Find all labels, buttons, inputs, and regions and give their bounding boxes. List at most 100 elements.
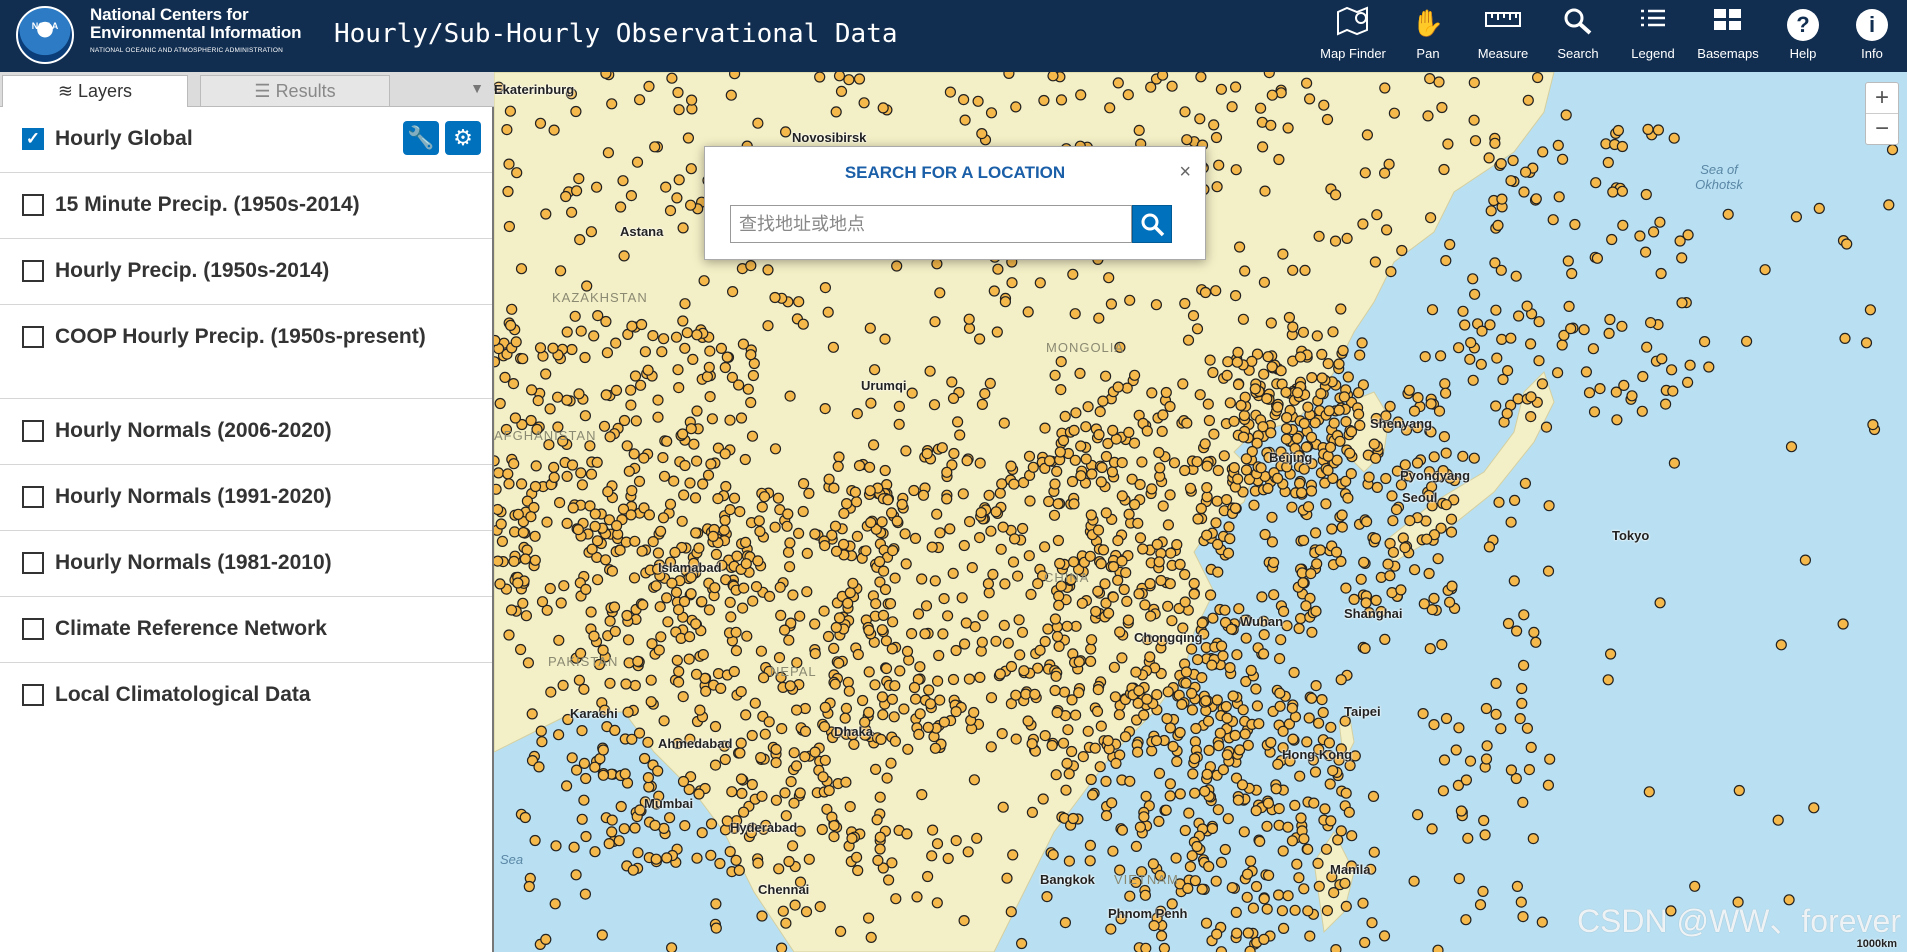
station-marker[interactable] [1439, 387, 1452, 399]
station-marker[interactable] [1432, 553, 1444, 565]
station-marker[interactable] [548, 471, 560, 483]
station-marker[interactable] [1164, 400, 1176, 413]
station-marker[interactable] [1074, 367, 1086, 379]
station-marker[interactable] [1188, 588, 1200, 600]
station-marker[interactable] [1049, 684, 1061, 697]
station-marker[interactable] [585, 606, 597, 618]
station-marker[interactable] [1359, 936, 1371, 949]
station-marker[interactable] [647, 330, 659, 342]
station-marker[interactable] [1280, 423, 1293, 435]
station-marker[interactable] [1144, 578, 1156, 590]
station-marker[interactable] [790, 760, 803, 772]
station-marker[interactable] [1124, 775, 1136, 787]
station-marker[interactable] [735, 773, 748, 785]
station-marker[interactable] [670, 586, 683, 598]
station-marker[interactable] [1221, 369, 1233, 381]
station-marker[interactable] [1155, 930, 1168, 942]
station-marker[interactable] [512, 508, 524, 520]
station-marker[interactable] [1540, 421, 1553, 433]
station-marker[interactable] [847, 577, 859, 589]
station-marker[interactable] [509, 412, 521, 424]
station-marker[interactable] [1512, 310, 1525, 322]
station-marker[interactable] [503, 478, 515, 490]
station-marker[interactable] [800, 906, 813, 918]
station-marker[interactable] [691, 455, 703, 467]
station-marker[interactable] [864, 485, 876, 497]
station-marker[interactable] [508, 458, 520, 470]
station-marker[interactable] [1233, 241, 1246, 253]
station-marker[interactable] [1232, 378, 1245, 391]
station-marker[interactable] [1082, 401, 1094, 413]
station-marker[interactable] [1515, 896, 1527, 908]
station-marker[interactable] [575, 325, 587, 337]
station-marker[interactable] [976, 127, 988, 140]
station-marker[interactable] [881, 772, 893, 784]
station-marker[interactable] [1032, 578, 1044, 590]
station-marker[interactable] [985, 525, 997, 537]
station-marker[interactable] [1166, 615, 1178, 627]
station-marker[interactable] [1542, 565, 1555, 577]
station-marker[interactable] [864, 461, 876, 473]
station-marker[interactable] [621, 440, 633, 452]
station-marker[interactable] [1201, 529, 1213, 541]
station-marker[interactable] [1611, 414, 1623, 426]
station-marker[interactable] [876, 624, 888, 636]
station-marker[interactable] [673, 604, 685, 616]
station-marker[interactable] [566, 343, 578, 356]
station-marker[interactable] [1213, 740, 1225, 752]
station-marker[interactable] [1606, 233, 1618, 246]
station-marker[interactable] [643, 781, 655, 793]
station-marker[interactable] [1062, 724, 1074, 736]
station-marker[interactable] [676, 515, 688, 527]
layer-item[interactable]: Hourly Normals (2006-2020) [0, 398, 492, 465]
station-marker[interactable] [606, 98, 618, 110]
station-marker[interactable] [1095, 720, 1107, 732]
station-marker[interactable] [776, 942, 788, 952]
station-marker[interactable] [1684, 359, 1696, 371]
station-marker[interactable] [725, 611, 737, 623]
station-marker[interactable] [801, 586, 813, 598]
station-marker[interactable] [1206, 659, 1218, 671]
station-marker[interactable] [1075, 440, 1087, 452]
station-marker[interactable] [728, 492, 741, 504]
station-marker[interactable] [779, 624, 791, 636]
station-marker[interactable] [1255, 462, 1267, 474]
station-marker[interactable] [1493, 496, 1505, 508]
station-marker[interactable] [735, 412, 748, 424]
station-marker[interactable] [1490, 304, 1502, 316]
station-marker[interactable] [1293, 622, 1305, 635]
station-marker[interactable] [1162, 600, 1174, 612]
station-marker[interactable] [1483, 541, 1496, 553]
station-marker[interactable] [1107, 561, 1120, 573]
station-marker[interactable] [529, 530, 541, 542]
station-marker[interactable] [1864, 304, 1877, 316]
station-marker[interactable] [958, 94, 970, 106]
station-marker[interactable] [606, 814, 618, 826]
station-marker[interactable] [682, 132, 694, 144]
station-marker[interactable] [1382, 558, 1394, 570]
station-marker[interactable] [1297, 326, 1310, 338]
station-marker[interactable] [735, 737, 747, 749]
station-marker[interactable] [1237, 704, 1249, 716]
station-marker[interactable] [560, 190, 572, 203]
station-marker[interactable] [1495, 157, 1507, 170]
station-marker[interactable] [1469, 135, 1482, 147]
station-marker[interactable] [1050, 769, 1062, 781]
station-marker[interactable] [1250, 683, 1262, 695]
station-marker[interactable] [1312, 857, 1324, 870]
station-marker[interactable] [1327, 326, 1339, 338]
station-marker[interactable] [1237, 431, 1250, 443]
station-marker[interactable] [1528, 626, 1540, 639]
station-marker[interactable] [874, 843, 886, 855]
station-marker[interactable] [1280, 433, 1293, 445]
station-marker[interactable] [1385, 266, 1397, 278]
station-marker[interactable] [1544, 753, 1556, 765]
station-marker[interactable] [553, 634, 565, 646]
station-marker[interactable] [1655, 267, 1667, 280]
station-marker[interactable] [818, 720, 831, 733]
station-marker[interactable] [1519, 477, 1532, 489]
station-marker[interactable] [1213, 159, 1225, 171]
station-marker[interactable] [684, 631, 696, 643]
station-marker[interactable] [1583, 387, 1596, 399]
station-marker[interactable] [1156, 425, 1168, 437]
